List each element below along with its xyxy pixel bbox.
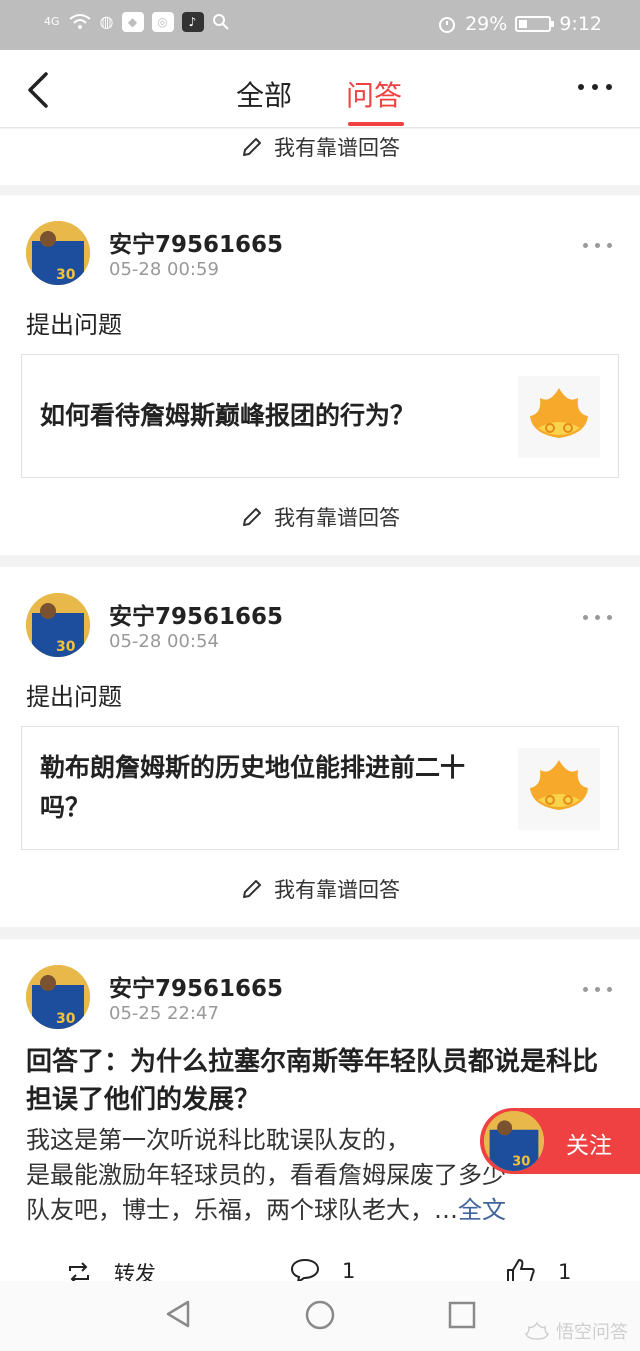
pencil-icon [243,138,261,156]
pencil-icon [243,880,261,898]
tiktok-icon: ♪ [181,12,204,32]
post-card: 30 安宁79561665 05-28 00:54 提出问题 勒布朗詹姆斯的历史… [0,567,640,927]
post-more-icon[interactable] [583,615,612,620]
pencil-icon [243,508,261,526]
follow-button[interactable]: 30 关注 [480,1108,640,1174]
nav-recents-icon[interactable] [448,1301,476,1329]
tab-all[interactable]: 全部 [236,74,292,114]
battery-percent: 29% [465,13,508,35]
browser-icon: ◎ [151,12,174,32]
battery-icon [515,16,555,32]
answer-button[interactable]: 我有靠谱回答 [0,491,640,543]
answer-button[interactable]: 我有靠谱回答 [0,863,640,915]
baidu-icon: ◆ [121,12,144,32]
status-bar: 4G ◍ ◆ ◎ ♪ 29% 9:12 [0,0,640,50]
more-icon[interactable] [578,84,612,90]
comment-count: 1 [342,1259,356,1283]
wechat-icon: ◍ [99,12,114,31]
nav-home-icon[interactable] [304,1299,336,1331]
avatar: 30 [484,1111,544,1171]
post-time: 05-25 22:47 [109,1003,219,1024]
post-time: 05-28 00:54 [109,631,219,652]
signal-icon: 4G [44,15,60,28]
back-arrow-icon[interactable] [22,70,58,110]
username[interactable]: 安宁79561665 [109,597,283,631]
answer-label: 我有靠谱回答 [274,878,400,902]
question-title: 如何看待詹姆斯巅峰报团的行为？ [40,401,416,430]
post-action-label: 提出问题 [26,683,122,711]
svg-text:30: 30 [512,1154,530,1169]
wukong-logo-icon [518,376,600,458]
post-card: 30 安宁79561665 05-28 00:59 提出问题 如何看待詹姆斯巅峰… [0,195,640,555]
wukong-logo-icon [518,748,600,830]
svg-text:30: 30 [56,639,76,655]
watermark: 悟空问答 [524,1318,628,1344]
answer-button[interactable]: 我有靠谱回答 [0,121,640,173]
alarm-icon [439,17,456,33]
svg-text:30: 30 [56,1011,76,1027]
avatar[interactable]: 30 [26,593,90,657]
svg-text:30: 30 [56,267,76,283]
wifi-icon [68,14,91,29]
full-text-link[interactable]: 全文 [458,1196,506,1224]
search-icon [212,14,229,30]
question-card[interactable]: 如何看待詹姆斯巅峰报团的行为？ [21,354,619,478]
answer-label: 我有靠谱回答 [274,506,400,530]
post-action-label: 提出问题 [26,311,122,339]
clock: 9:12 [559,13,602,35]
top-nav: 全部 问答 [0,50,640,128]
excerpt-line: 队友吧，博士，乐福，两个球队老大，…全文 [26,1196,506,1224]
question-card[interactable]: 勒布朗詹姆斯的历史地位能排进前二十吗？ [21,726,619,850]
post-more-icon[interactable] [583,243,612,248]
follow-label: 关注 [566,1133,612,1159]
post-time: 05-28 00:59 [109,259,219,280]
answer-label: 我有靠谱回答 [274,136,400,160]
question-title: 勒布朗詹姆斯的历史地位能排进前二十吗？ [40,753,466,822]
wukong-watermark-icon [525,1321,549,1340]
tab-qa[interactable]: 问答 [346,74,402,114]
username[interactable]: 安宁79561665 [109,225,283,259]
nav-back-icon[interactable] [164,1299,192,1329]
post-card-partial: 我有靠谱回答 [0,129,640,185]
username[interactable]: 安宁79561665 [109,969,283,1003]
post-more-icon[interactable] [583,987,612,992]
avatar[interactable]: 30 [26,221,90,285]
avatar[interactable]: 30 [26,965,90,1029]
